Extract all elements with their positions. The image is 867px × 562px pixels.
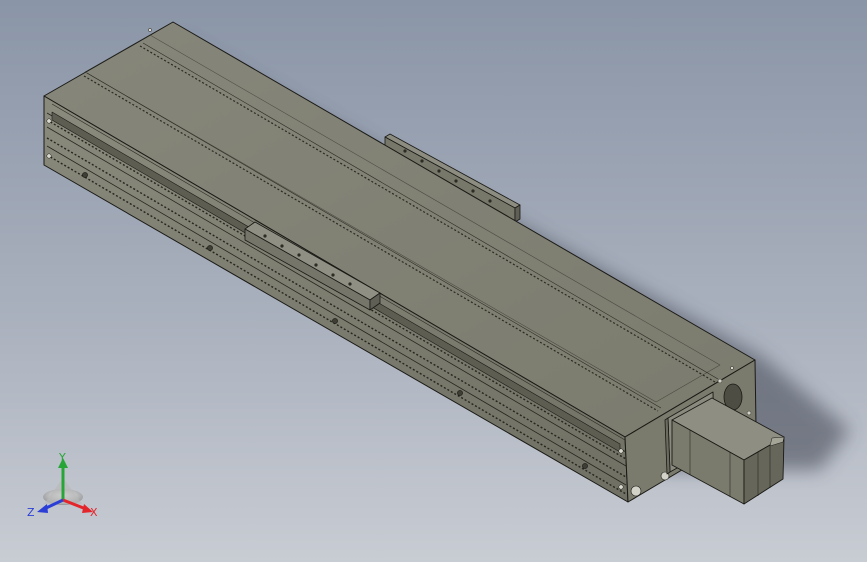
graphics-viewport[interactable]: Y X Z: [0, 0, 867, 562]
z-axis-label: Z: [27, 506, 35, 519]
y-axis-label: Y: [58, 451, 66, 464]
model-canvas[interactable]: Y X Z: [0, 0, 867, 562]
x-axis-label: X: [90, 506, 98, 519]
